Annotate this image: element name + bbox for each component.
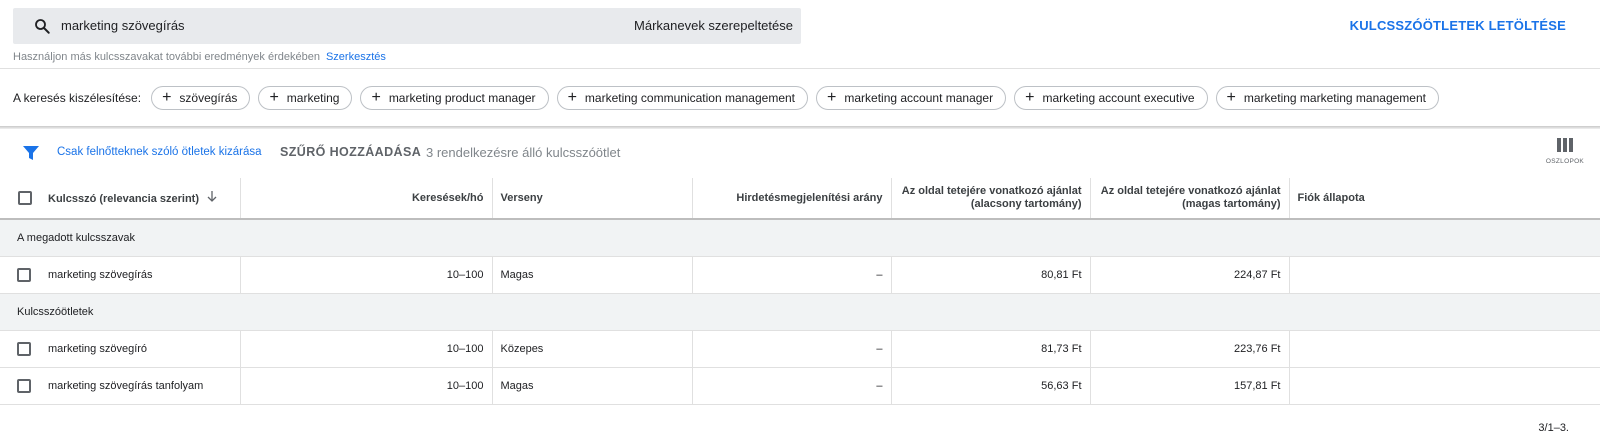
exclude-adult-ideas-link[interactable]: Csak felnőtteknek szóló ötletek kizárása bbox=[57, 146, 262, 158]
searches-cell: 10–100 bbox=[240, 330, 493, 368]
broaden-chip[interactable]: + marketing account manager bbox=[816, 86, 1007, 110]
broaden-chip[interactable]: + marketing marketing management bbox=[1215, 86, 1439, 110]
plus-icon: + bbox=[1025, 89, 1035, 106]
searches-cell: 10–100 bbox=[240, 367, 493, 405]
table-row: marketing szövegíró 10–100 Közepes – 81,… bbox=[0, 330, 1600, 368]
download-keyword-ideas-link[interactable]: KULCSSZÓÖTLETEK LETÖLTÉSE bbox=[1350, 18, 1566, 33]
divider bbox=[0, 68, 1600, 69]
filter-icon[interactable] bbox=[23, 145, 39, 161]
broaden-chip[interactable]: + marketing communication management bbox=[556, 86, 809, 110]
plus-icon: + bbox=[269, 89, 279, 106]
column-header-competition[interactable]: Verseny bbox=[492, 178, 693, 220]
search-box[interactable]: Márkanevek szerepeltetése bbox=[13, 8, 801, 44]
column-header-impression-share[interactable]: Hirdetésmegjelenítési arány bbox=[692, 178, 892, 220]
keyword-cell: marketing szövegírás bbox=[40, 256, 241, 294]
brand-names-toggle[interactable]: Márkanevek szerepeltetése bbox=[634, 8, 793, 44]
table-row: marketing szövegírás tanfolyam 10–100 Ma… bbox=[0, 367, 1600, 405]
competition-cell: Közepes bbox=[492, 330, 693, 368]
sort-arrow-down-icon bbox=[207, 190, 217, 202]
account-status-cell bbox=[1289, 256, 1600, 294]
bid-high-cell: 157,81 Ft bbox=[1090, 367, 1290, 405]
impression-share-cell: – bbox=[692, 256, 892, 294]
keyword-ideas-table: Kulcsszó (relevancia szerint) Keresések/… bbox=[0, 178, 1600, 405]
section-divider bbox=[0, 126, 1600, 129]
table-row: marketing szövegírás 10–100 Magas – 80,8… bbox=[0, 256, 1600, 294]
hint-text: Használjon más kulcsszavakat további ere… bbox=[13, 51, 320, 63]
column-header-searches[interactable]: Keresések/hó bbox=[240, 178, 493, 220]
plus-icon: + bbox=[1226, 89, 1236, 106]
select-all-cell bbox=[0, 178, 40, 220]
broaden-chip[interactable]: + marketing bbox=[258, 86, 353, 110]
row-checkbox[interactable] bbox=[17, 341, 31, 356]
columns-button[interactable]: OSZLOPOK bbox=[1544, 138, 1586, 165]
impression-share-cell: – bbox=[692, 367, 892, 405]
chip-label: marketing account manager bbox=[844, 91, 994, 105]
broaden-chip[interactable]: + marketing product manager bbox=[360, 86, 549, 110]
pagination-label: 3/1–3. bbox=[1538, 422, 1569, 434]
row-select-cell bbox=[0, 367, 40, 405]
impression-share-cell: – bbox=[692, 330, 892, 368]
edit-link[interactable]: Szerkesztés bbox=[326, 51, 386, 63]
bid-low-cell: 80,81 Ft bbox=[891, 256, 1091, 294]
bid-low-header-line1: Az oldal tetejére vonatkozó ajánlat bbox=[901, 185, 1082, 197]
chip-label: marketing communication management bbox=[584, 91, 796, 105]
group-label: Kulcsszóötletek bbox=[0, 293, 1600, 331]
columns-icon bbox=[1557, 138, 1573, 152]
row-checkbox[interactable] bbox=[17, 267, 31, 282]
keyword-header-label: Kulcsszó (relevancia szerint) bbox=[48, 192, 200, 205]
chip-label: marketing marketing management bbox=[1243, 91, 1426, 105]
keyword-cell: marketing szövegírás tanfolyam bbox=[40, 367, 241, 405]
add-filter-button[interactable]: SZŰRŐ HOZZÁADÁSA bbox=[280, 145, 421, 159]
bid-high-header-line2: (magas tartomány) bbox=[1182, 198, 1281, 210]
account-status-cell bbox=[1289, 367, 1600, 405]
chip-label: szövegírás bbox=[179, 91, 238, 105]
row-select-cell bbox=[0, 256, 40, 294]
search-hint: Használjon más kulcsszavakat további ere… bbox=[13, 51, 386, 63]
broaden-chip[interactable]: + szövegírás bbox=[151, 86, 251, 110]
broaden-chip[interactable]: + marketing account executive bbox=[1014, 86, 1208, 110]
column-header-keyword[interactable]: Kulcsszó (relevancia szerint) bbox=[40, 178, 241, 220]
account-status-cell bbox=[1289, 330, 1600, 368]
search-icon bbox=[35, 19, 50, 34]
column-header-bid-low[interactable]: Az oldal tetejére vonatkozó ajánlat (alac… bbox=[891, 178, 1091, 220]
group-row-provided: A megadott kulcsszavak bbox=[0, 219, 1600, 257]
chip-label: marketing account executive bbox=[1042, 91, 1195, 105]
available-ideas-count: 3 rendelkezésre álló kulcsszóötlet bbox=[426, 145, 621, 160]
group-label: A megadott kulcsszavak bbox=[0, 219, 1600, 257]
chip-label: marketing product manager bbox=[388, 91, 536, 105]
table-header-row: Kulcsszó (relevancia szerint) Keresések/… bbox=[0, 178, 1600, 220]
select-all-checkbox[interactable] bbox=[17, 191, 32, 205]
columns-label: OSZLOPOK bbox=[1545, 158, 1585, 165]
bid-high-header-line1: Az oldal tetejére vonatkozó ajánlat bbox=[1100, 185, 1281, 197]
search-input[interactable] bbox=[61, 8, 621, 44]
plus-icon: + bbox=[567, 89, 577, 106]
competition-cell: Magas bbox=[492, 367, 693, 405]
group-row-ideas: Kulcsszóötletek bbox=[0, 293, 1600, 331]
column-header-account-status[interactable]: Fiók állapota bbox=[1289, 178, 1600, 220]
bid-high-cell: 223,76 Ft bbox=[1090, 330, 1290, 368]
bid-low-cell: 81,73 Ft bbox=[891, 330, 1091, 368]
plus-icon: + bbox=[371, 89, 381, 106]
row-checkbox[interactable] bbox=[17, 378, 31, 393]
bid-low-header-line2: (alacsony tartomány) bbox=[970, 198, 1082, 210]
broaden-search-bar: A keresés kiszélesítése: + szövegírás + ma… bbox=[13, 86, 1447, 110]
keyword-cell: marketing szövegíró bbox=[40, 330, 241, 368]
bid-high-cell: 224,87 Ft bbox=[1090, 256, 1290, 294]
plus-icon: + bbox=[827, 89, 837, 106]
searches-cell: 10–100 bbox=[240, 256, 493, 294]
bid-low-cell: 56,63 Ft bbox=[891, 367, 1091, 405]
row-select-cell bbox=[0, 330, 40, 368]
column-header-bid-high[interactable]: Az oldal tetejére vonatkozó ajánlat (maga… bbox=[1090, 178, 1290, 220]
plus-icon: + bbox=[162, 89, 172, 106]
chip-label: marketing bbox=[286, 91, 340, 105]
broaden-label: A keresés kiszélesítése: bbox=[13, 91, 142, 105]
competition-cell: Magas bbox=[492, 256, 693, 294]
